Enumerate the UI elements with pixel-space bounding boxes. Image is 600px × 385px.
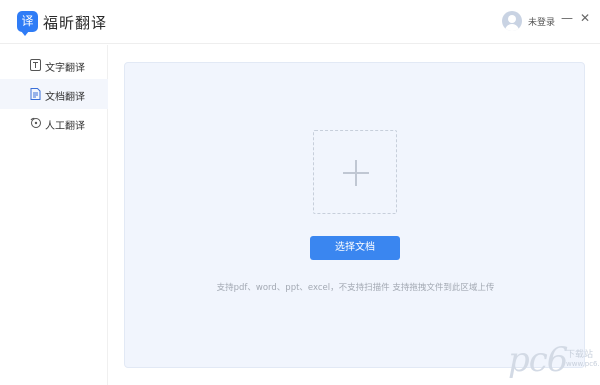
login-status[interactable]: 未登录 (528, 15, 555, 28)
minimize-button[interactable]: — (560, 11, 574, 25)
watermark: pc6 下载站 www.pc6.com (508, 338, 600, 382)
watermark-text: 下载站 (566, 350, 594, 360)
add-file-box[interactable] (313, 130, 397, 214)
watermark-logo: pc6 (508, 340, 568, 380)
sidebar-item-text-translate[interactable]: 文字翻译 (0, 50, 108, 80)
close-button[interactable]: ✕ (578, 11, 592, 25)
app-logo-icon: 译 (17, 11, 38, 36)
user-avatar-icon[interactable] (502, 11, 522, 31)
sidebar-item-label: 人工翻译 (45, 121, 85, 132)
text-icon (30, 59, 41, 71)
sidebar-item-human-translate[interactable]: 人工翻译 (0, 108, 108, 138)
avatar-body (505, 24, 519, 31)
app-title: 福昕翻译 (43, 14, 108, 32)
plus-icon-vertical (355, 160, 357, 186)
sidebar: 文字翻译 文档翻译 人工翻译 (0, 45, 108, 385)
title-bar: 译 福昕翻译 未登录 — ✕ (0, 0, 600, 44)
sidebar-item-document-translate[interactable]: 文档翻译 (0, 79, 108, 109)
watermark-url: www.pc6.com (566, 360, 600, 368)
main-panel: 选择文档 支持pdf、word、ppt、excel，不支持扫描件 支持拖拽文件到… (109, 45, 600, 385)
sidebar-item-label: 文档翻译 (45, 92, 85, 103)
file-drop-area[interactable]: 选择文档 支持pdf、word、ppt、excel，不支持扫描件 支持拖拽文件到… (124, 62, 585, 368)
sidebar-item-label: 文字翻译 (45, 63, 85, 74)
upload-hint: 支持pdf、word、ppt、excel，不支持扫描件 支持拖拽文件到此区域上传 (216, 283, 495, 293)
choose-document-button[interactable]: 选择文档 (310, 236, 400, 260)
avatar-head (508, 15, 516, 23)
document-icon (30, 88, 41, 100)
human-translation-icon (30, 117, 41, 128)
